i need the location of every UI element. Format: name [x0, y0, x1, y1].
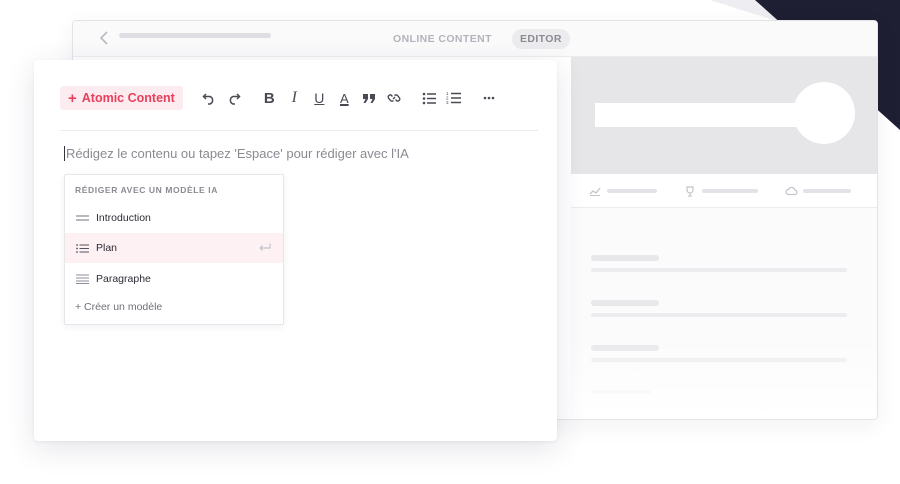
enter-key-icon [258, 241, 271, 255]
underline-icon[interactable]: U [307, 87, 332, 109]
undo-icon[interactable] [197, 87, 222, 109]
view-tabs: ONLINE CONTENT EDITOR [385, 29, 570, 49]
numbered-list-icon[interactable]: 123 [442, 87, 467, 109]
stat-trend [589, 186, 657, 196]
stats-row [571, 174, 877, 208]
editor-input[interactable]: Rédigez le contenu ou tapez 'Espace' pou… [64, 146, 409, 161]
ai-menu-item-paragraphe[interactable]: Paragraphe [65, 264, 283, 294]
stat-trophy [684, 186, 758, 197]
introduction-icon [76, 215, 89, 221]
fade-overlay [571, 339, 877, 419]
avatar [793, 82, 855, 144]
plan-list-icon [76, 243, 89, 253]
bold-icon[interactable]: B [257, 87, 282, 109]
text-color-icon[interactable]: A [332, 87, 357, 109]
stat-cloud [785, 186, 851, 196]
create-template-link[interactable]: + Créer un modèle [75, 301, 162, 313]
content-skeleton [591, 255, 659, 261]
toolbar-icons: B I U A 123 [197, 87, 502, 109]
preview-panel [571, 57, 877, 419]
cloud-icon [785, 186, 798, 196]
trend-icon [589, 186, 601, 196]
atomic-content-button[interactable]: + Atomic Content [60, 86, 183, 110]
chevron-left-icon[interactable] [99, 31, 113, 47]
editor-toolbar: + Atomic Content B I U A 1 2 3 [60, 86, 537, 110]
redo-icon[interactable] [222, 87, 247, 109]
ai-menu-title: RÉDIGER AVEC UN MODÈLE IA [75, 185, 218, 195]
paragraph-icon [76, 274, 89, 284]
ai-menu-item-label: Plan [96, 242, 118, 254]
tab-online-content[interactable]: ONLINE CONTENT [385, 29, 500, 49]
bullet-list-icon[interactable] [417, 87, 442, 109]
svg-text:3: 3 [446, 100, 449, 105]
window-topbar: ONLINE CONTENT EDITOR [73, 21, 877, 57]
plus-icon: + [68, 89, 77, 107]
ai-template-menu: RÉDIGER AVEC UN MODÈLE IA Introduction P… [64, 174, 284, 325]
trophy-icon [684, 186, 696, 197]
ai-menu-item-label: Introduction [96, 212, 151, 224]
toolbar-divider [60, 130, 538, 131]
ai-menu-item-introduction[interactable]: Introduction [65, 203, 283, 233]
stage: ONLINE CONTENT EDITOR + Atomic Content B… [0, 0, 900, 484]
content-skeleton [591, 268, 847, 272]
profile-header [571, 57, 877, 174]
editor-card: + Atomic Content B I U A 1 2 3 Rédigez l… [34, 60, 557, 441]
ai-menu-item-plan[interactable]: Plan [65, 233, 283, 263]
tab-editor[interactable]: EDITOR [511, 29, 570, 49]
atomic-content-label: Atomic Content [81, 91, 175, 105]
text-caret [64, 146, 65, 161]
quote-icon[interactable] [357, 87, 382, 109]
profile-name-placeholder [595, 103, 815, 127]
ai-menu-item-label: Paragraphe [96, 273, 151, 285]
editor-placeholder: Rédigez le contenu ou tapez 'Espace' pou… [66, 146, 409, 161]
content-skeleton [591, 300, 659, 306]
more-icon[interactable] [477, 87, 502, 109]
link-icon[interactable] [382, 87, 407, 109]
italic-icon[interactable]: I [282, 87, 307, 109]
content-skeleton [591, 313, 847, 317]
address-bar-placeholder [119, 33, 271, 38]
